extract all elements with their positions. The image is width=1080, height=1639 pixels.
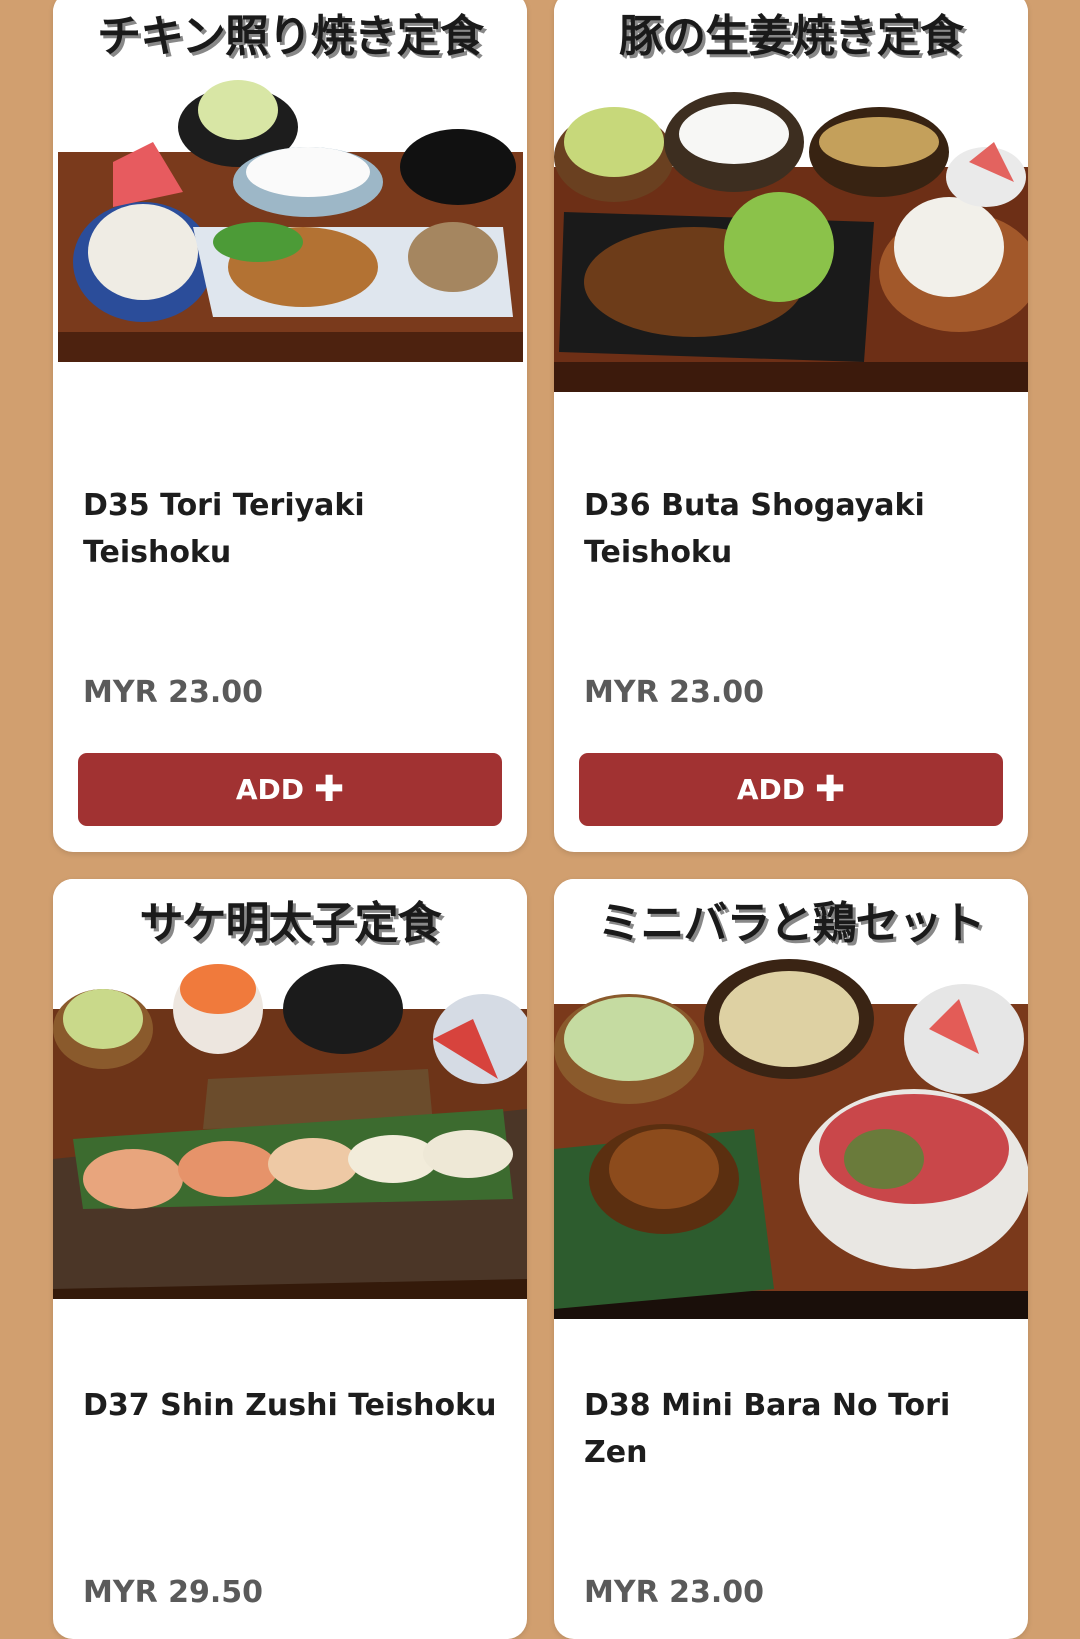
item-price: MYR 23.00 xyxy=(584,675,765,710)
item-name: D35 Tori Teriyaki Teishoku xyxy=(83,488,365,570)
japanese-title: サケ明太子定食 xyxy=(139,898,442,949)
add-button[interactable]: ADD ✚ xyxy=(579,753,1003,826)
item-price: MYR 29.50 xyxy=(83,1575,264,1610)
item-price: MYR 23.00 xyxy=(83,675,264,710)
add-button[interactable]: ADD ✚ xyxy=(78,753,502,826)
food-photo: ミニバラと鶏セット xyxy=(554,879,1028,1319)
plus-icon: ✚ xyxy=(814,768,846,810)
menu-item-card[interactable]: 豚の生姜焼き定食 D36 Buta Shogayaki Teishoku MYR… xyxy=(554,0,1028,852)
food-photo: サケ明太子定食 xyxy=(53,879,527,1319)
item-name: D36 Buta Shogayaki Teishoku xyxy=(584,488,925,570)
item-price: MYR 23.00 xyxy=(584,1575,765,1610)
japanese-title: ミニバラと鶏セット xyxy=(597,898,986,949)
add-button-label: ADD xyxy=(235,773,304,806)
japanese-title: 豚の生姜焼き定食 xyxy=(619,11,964,62)
item-name: D38 Mini Bara No Tori Zen xyxy=(584,1388,951,1470)
japanese-title: チキン照り焼き定食 xyxy=(97,11,484,62)
menu-item-card[interactable]: サケ明太子定食 D37 Shin Zushi Teishoku MYR 29.5… xyxy=(53,879,527,1639)
plus-icon: ✚ xyxy=(313,768,345,810)
item-name: D37 Shin Zushi Teishoku xyxy=(83,1388,497,1423)
food-photo: チキン照り焼き定食 xyxy=(53,0,527,432)
add-button-label: ADD xyxy=(736,773,805,806)
food-photo: 豚の生姜焼き定食 xyxy=(554,0,1028,432)
menu-item-card[interactable]: チキン照り焼き定食 D35 Tori Teriyaki Teishoku MYR… xyxy=(53,0,527,852)
menu-item-card[interactable]: ミニバラと鶏セット D38 Mini Bara No Tori Zen MYR … xyxy=(554,879,1028,1639)
